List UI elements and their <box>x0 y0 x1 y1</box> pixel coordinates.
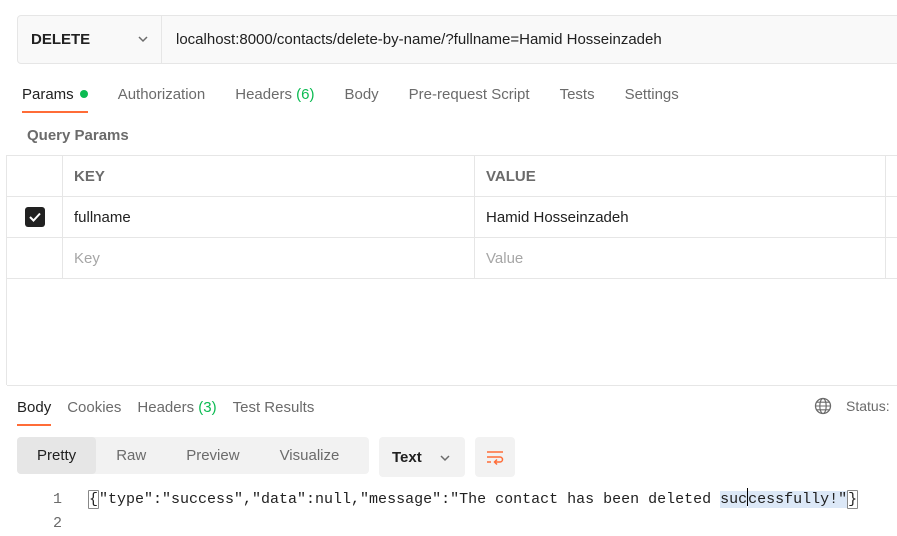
view-pretty[interactable]: Pretty <box>17 437 97 474</box>
tab-body[interactable]: Body <box>344 84 378 114</box>
table-row: fullname Hamid Hosseinzadeh <box>7 197 897 238</box>
params-header-row: KEY VALUE <box>7 156 897 197</box>
method-select[interactable]: DELETE <box>18 16 162 63</box>
code-selection-start: suc <box>720 491 748 508</box>
code-text: {"type":"success","data":null,"message":… <box>88 488 859 512</box>
response-tab-test-results-label: Test Results <box>232 399 315 416</box>
tab-pre-request-label: Pre-request Script <box>408 86 530 103</box>
format-label: Text <box>392 448 422 466</box>
header-value: VALUE <box>475 156 886 196</box>
response-tab-cookies-label: Cookies <box>67 399 122 416</box>
method-label: DELETE <box>31 31 91 48</box>
response-tab-headers[interactable]: Headers (3) <box>137 397 216 427</box>
tab-params-label: Params <box>22 86 74 103</box>
param-enabled-checkbox[interactable] <box>24 207 45 227</box>
globe-icon[interactable] <box>814 397 832 415</box>
tab-params[interactable]: Params <box>22 84 88 114</box>
pane-splitter[interactable] <box>7 385 897 386</box>
code-line: 2 <box>0 512 897 536</box>
header-key: KEY <box>63 156 475 196</box>
header-description <box>886 156 897 196</box>
new-check-cell <box>7 238 63 278</box>
row-check-cell <box>7 197 63 237</box>
tab-tests-label: Tests <box>559 86 595 103</box>
response-tab-test-results[interactable]: Test Results <box>233 397 315 427</box>
code-line: 1 {"type":"success","data":null,"message… <box>0 488 897 512</box>
response-tabs: Body Cookies Headers (3) Test Results <box>17 397 330 427</box>
tab-settings[interactable]: Settings <box>625 84 679 114</box>
response-headers-count: (3) <box>198 399 217 416</box>
response-tab-headers-label: Headers <box>137 399 195 416</box>
tab-settings-label: Settings <box>624 86 679 103</box>
params-table: KEY VALUE fullname Hamid Hosseinzadeh Ke… <box>7 155 897 279</box>
tab-authorization[interactable]: Authorization <box>118 84 206 114</box>
response-tab-body[interactable]: Body <box>17 397 52 427</box>
code-before-selection: "type":"success","data":null,"message":"… <box>99 491 721 508</box>
status-label: Status: <box>846 398 890 414</box>
header-check-cell <box>7 156 63 196</box>
response-status: Status: <box>814 397 890 415</box>
new-key-input[interactable]: Key <box>63 238 475 278</box>
open-brace: { <box>88 490 100 509</box>
request-tabs: Params Authorization Headers (6) Body Pr… <box>22 84 709 116</box>
param-key-cell[interactable]: fullname <box>63 197 475 237</box>
chevron-down-icon <box>138 36 148 43</box>
tab-headers-label: Headers <box>235 86 292 103</box>
line-number: 2 <box>52 515 62 532</box>
tab-body-label: Body <box>344 86 379 103</box>
new-description-input[interactable] <box>886 238 897 278</box>
query-params-title: Query Params <box>27 127 129 144</box>
chevron-down-icon <box>440 455 450 462</box>
param-description-cell[interactable] <box>886 197 897 237</box>
new-value-input[interactable]: Value <box>475 238 886 278</box>
table-row-new: Key Value <box>7 238 897 279</box>
response-tab-cookies[interactable]: Cookies <box>67 397 121 427</box>
line-number: 1 <box>52 491 62 508</box>
tab-pre-request-script[interactable]: Pre-request Script <box>409 84 530 114</box>
wrap-lines-icon <box>487 451 504 466</box>
check-icon <box>28 212 41 222</box>
param-value-cell[interactable]: Hamid Hosseinzadeh <box>475 197 886 237</box>
headers-count: (6) <box>296 86 315 103</box>
close-brace: } <box>847 490 859 509</box>
wrap-lines-button[interactable] <box>475 437 515 477</box>
tab-headers[interactable]: Headers (6) <box>235 84 314 114</box>
view-preview[interactable]: Preview <box>166 437 259 474</box>
active-dot-icon <box>79 90 88 98</box>
request-url-bar: DELETE <box>17 15 897 64</box>
response-code-editor[interactable]: 1 {"type":"success","data":null,"message… <box>0 488 897 536</box>
tab-authorization-label: Authorization <box>117 86 206 103</box>
view-raw[interactable]: Raw <box>96 437 166 474</box>
url-input[interactable] <box>162 15 897 64</box>
code-selection-end: cessfully!" <box>748 491 848 508</box>
response-tab-body-label: Body <box>17 399 52 416</box>
tab-tests[interactable]: Tests <box>560 84 595 114</box>
view-visualize[interactable]: Visualize <box>260 437 360 474</box>
format-select[interactable]: Text <box>379 437 465 477</box>
view-mode-segmented: Pretty Raw Preview Visualize <box>17 437 369 474</box>
